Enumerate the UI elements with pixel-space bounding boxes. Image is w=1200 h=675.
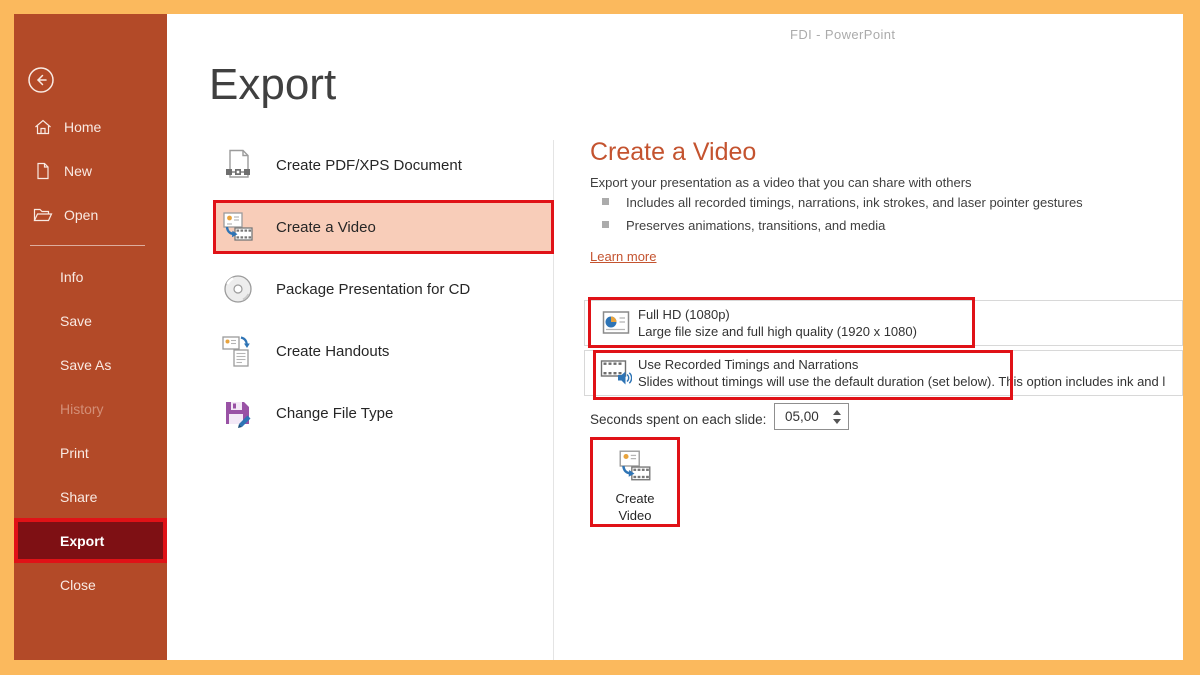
option-create-pdf-xps[interactable]: Create PDF/XPS Document	[206, 134, 554, 196]
sidebar-item-share[interactable]: Share	[14, 475, 167, 519]
home-icon	[33, 118, 53, 136]
seconds-value: 05,00	[785, 409, 819, 424]
create-video-icon	[220, 209, 256, 245]
back-arrow-icon	[27, 67, 55, 98]
timings-subtitle: Slides without timings will use the defa…	[638, 374, 1166, 389]
create-video-button[interactable]: Create Video	[594, 441, 676, 523]
timings-title: Use Recorded Timings and Narrations	[638, 357, 859, 372]
page-title: Export	[209, 60, 337, 109]
cd-icon	[220, 271, 256, 307]
sidebar-top-nav: Home New Open	[14, 105, 167, 237]
full-hd-icon	[599, 307, 633, 339]
dropdown-text: Use Recorded Timings and Narrations Slid…	[638, 356, 1165, 390]
dropdown-text: Full HD (1080p) Large file size and full…	[638, 306, 917, 340]
option-change-file-type[interactable]: Change File Type	[206, 382, 554, 444]
panel-divider	[553, 140, 554, 660]
option-create-a-video[interactable]: Create a Video	[206, 196, 554, 258]
new-document-icon	[33, 162, 53, 180]
sidebar-item-open[interactable]: Open	[14, 193, 167, 237]
option-label: Create PDF/XPS Document	[276, 156, 462, 174]
sidebar-menu: Info Save Save As History Print Share Ex…	[14, 255, 167, 607]
learn-more-link[interactable]: Learn more	[590, 249, 656, 264]
window-title: FDI - PowerPoint	[790, 27, 896, 42]
sidebar-item-export[interactable]: Export	[14, 519, 167, 563]
detail-bullet: Preserves animations, transitions, and m…	[602, 218, 885, 233]
powerpoint-window: Home New Open Info Save Save As History …	[14, 14, 1183, 660]
export-options-list: Create PDF/XPS Document Create a Video P…	[206, 134, 554, 444]
sidebar-item-label: Open	[64, 207, 99, 223]
option-label: Create a Video	[276, 218, 376, 236]
sidebar-item-home[interactable]: Home	[14, 105, 167, 149]
detail-bullet: Includes all recorded timings, narration…	[602, 195, 1083, 210]
option-create-handouts[interactable]: Create Handouts	[206, 320, 554, 382]
pdf-xps-icon	[220, 147, 256, 183]
open-folder-icon	[33, 206, 53, 224]
detail-description: Export your presentation as a video that…	[590, 175, 972, 190]
sidebar-item-save[interactable]: Save	[14, 299, 167, 343]
back-button[interactable]	[27, 66, 55, 94]
sidebar-item-info[interactable]: Info	[14, 255, 167, 299]
sidebar-item-label: New	[64, 163, 93, 179]
option-label: Package Presentation for CD	[276, 280, 471, 298]
spin-down-button[interactable]	[832, 418, 841, 424]
square-bullet-icon	[602, 198, 609, 205]
spinner-arrows	[830, 409, 848, 424]
sidebar-item-save-as[interactable]: Save As	[14, 343, 167, 387]
screenshot-frame: Home New Open Info Save Save As History …	[0, 0, 1200, 675]
seconds-per-slide-label: Seconds spent on each slide:	[590, 412, 767, 427]
recorded-timings-icon	[599, 357, 633, 389]
sidebar-divider	[30, 245, 145, 246]
handouts-icon	[220, 333, 256, 369]
option-package-for-cd[interactable]: Package Presentation for CD	[206, 258, 554, 320]
video-quality-dropdown[interactable]: Full HD (1080p) Large file size and full…	[584, 300, 1183, 346]
seconds-spinner[interactable]: 05,00	[774, 403, 849, 430]
detail-heading: Create a Video	[590, 138, 757, 166]
quality-subtitle: Large file size and full high quality (1…	[638, 324, 917, 339]
export-backstage-main: FDI - PowerPoint Export Create PDF/XPS D…	[167, 14, 1183, 660]
quality-title: Full HD (1080p)	[638, 307, 730, 322]
sidebar-item-history: History	[60, 401, 104, 417]
sidebar-item-print[interactable]: Print	[14, 431, 167, 475]
option-label: Create Handouts	[276, 342, 390, 360]
create-video-button-icon	[616, 447, 654, 488]
change-file-type-icon	[220, 395, 256, 431]
square-bullet-icon	[602, 221, 609, 228]
sidebar-item-new[interactable]: New	[14, 149, 167, 193]
option-label: Change File Type	[276, 404, 394, 422]
sidebar-item-close[interactable]: Close	[14, 563, 167, 607]
sidebar-item-label: Home	[64, 119, 102, 135]
create-video-button-label: Create Video	[615, 491, 655, 523]
spin-up-button[interactable]	[832, 409, 841, 415]
timings-dropdown[interactable]: Use Recorded Timings and Narrations Slid…	[584, 350, 1183, 396]
backstage-sidebar: Home New Open Info Save Save As History …	[14, 14, 167, 660]
